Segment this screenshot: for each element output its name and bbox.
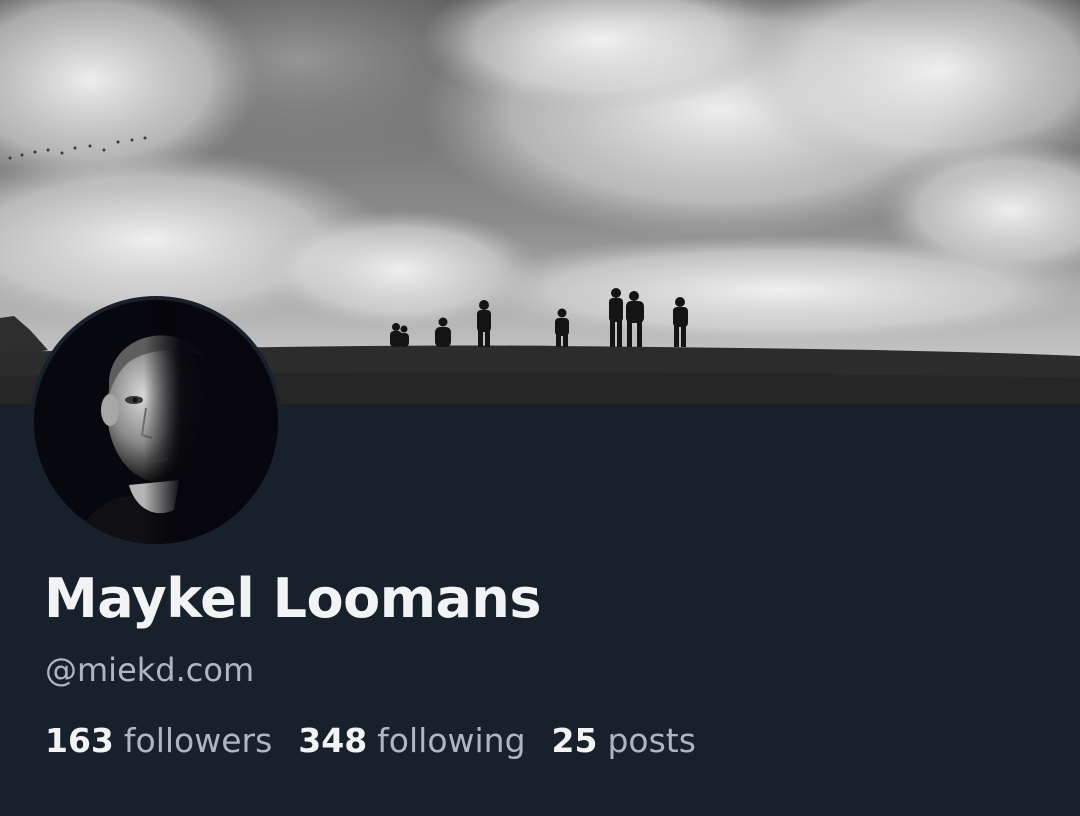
followers-label: followers (123, 721, 273, 760)
profile-stats: 163 followers 348 following 25 posts (45, 718, 696, 764)
posts-label: posts (607, 721, 696, 760)
following-count: 348 (298, 721, 368, 760)
followers-stat-link[interactable]: 163 followers (45, 718, 272, 764)
profile-avatar[interactable] (30, 296, 282, 548)
profile-card: Maykel Loomans @miekd.com 163 followers … (0, 0, 1080, 816)
following-label: following (377, 721, 526, 760)
posts-stat-link[interactable]: 25 posts (552, 718, 696, 764)
followers-count: 163 (45, 721, 114, 760)
posts-count: 25 (551, 721, 598, 760)
following-stat-link[interactable]: 348 following (298, 718, 525, 764)
profile-handle: @miekd.com (45, 651, 255, 689)
profile-display-name: Maykel Loomans (44, 567, 542, 630)
